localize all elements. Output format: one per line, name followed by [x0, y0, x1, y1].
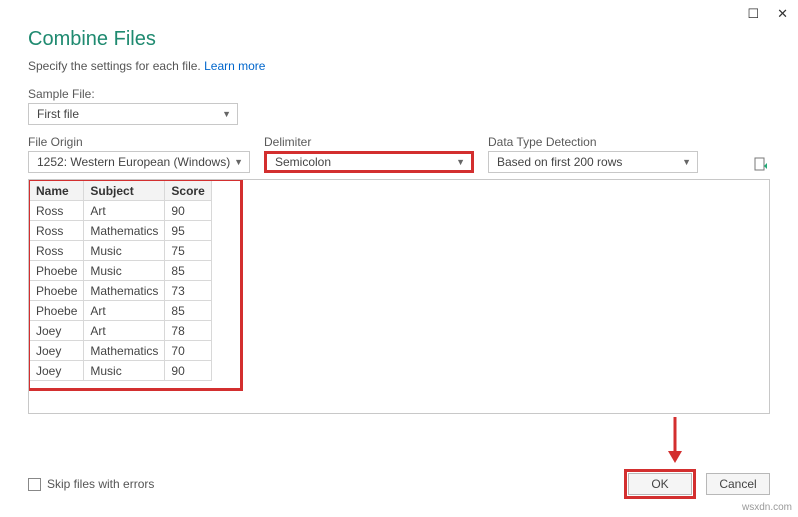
learn-more-link[interactable]: Learn more [204, 59, 265, 73]
column-header: Score [165, 181, 211, 201]
sample-file-label: Sample File: [0, 87, 798, 103]
table-cell: Mathematics [84, 341, 165, 361]
data-type-detection-value: Based on first 200 rows [497, 155, 622, 169]
table-cell: 78 [165, 321, 211, 341]
table-cell: Joey [30, 361, 84, 381]
table-cell: Joey [30, 321, 84, 341]
preview-table: NameSubjectScore RossArt90RossMathematic… [29, 180, 212, 381]
chevron-down-icon: ▼ [222, 109, 231, 119]
cancel-button[interactable]: Cancel [706, 473, 770, 495]
close-icon[interactable]: ✕ [777, 6, 788, 22]
table-cell: Phoebe [30, 301, 84, 321]
subtitle-text: Specify the settings for each file. [28, 59, 204, 73]
table-cell: 95 [165, 221, 211, 241]
data-type-detection-label: Data Type Detection [488, 135, 698, 149]
dialog-title: Combine Files [0, 22, 798, 59]
data-type-detection-dropdown[interactable]: Based on first 200 rows ▼ [488, 151, 698, 173]
sample-file-value: First file [37, 107, 79, 121]
table-cell: 85 [165, 261, 211, 281]
table-cell: Ross [30, 221, 84, 241]
maximize-icon[interactable]: ☐ [747, 6, 759, 22]
table-cell: Ross [30, 241, 84, 261]
table-cell: Music [84, 361, 165, 381]
chevron-down-icon: ▼ [234, 157, 243, 167]
table-cell: Music [84, 241, 165, 261]
delimiter-value: Semicolon [275, 155, 331, 169]
table-cell: Art [84, 321, 165, 341]
table-cell: Mathematics [84, 221, 165, 241]
table-row: JoeyMusic90 [30, 361, 212, 381]
table-cell: 85 [165, 301, 211, 321]
column-header: Subject [84, 181, 165, 201]
table-row: RossArt90 [30, 201, 212, 221]
sample-file-dropdown[interactable]: First file ▼ [28, 103, 238, 125]
annotation-arrow [660, 415, 690, 465]
chevron-down-icon: ▼ [456, 157, 465, 167]
table-cell: 75 [165, 241, 211, 261]
settings-icon[interactable] [752, 155, 770, 173]
table-row: JoeyArt78 [30, 321, 212, 341]
chevron-down-icon: ▼ [682, 157, 691, 167]
watermark: wsxdn.com [742, 502, 792, 513]
preview-table-container: NameSubjectScore RossArt90RossMathematic… [28, 179, 770, 414]
table-cell: 70 [165, 341, 211, 361]
table-cell: Art [84, 301, 165, 321]
ok-button-highlight: OK [624, 469, 696, 499]
table-cell: Phoebe [30, 261, 84, 281]
table-cell: 90 [165, 201, 211, 221]
table-cell: Mathematics [84, 281, 165, 301]
skip-errors-label: Skip files with errors [47, 477, 154, 491]
table-row: JoeyMathematics70 [30, 341, 212, 361]
file-origin-dropdown[interactable]: 1252: Western European (Windows) ▼ [28, 151, 250, 173]
table-cell: 90 [165, 361, 211, 381]
table-cell: Art [84, 201, 165, 221]
table-cell: Phoebe [30, 281, 84, 301]
table-row: RossMathematics95 [30, 221, 212, 241]
table-row: RossMusic75 [30, 241, 212, 261]
dialog-subtitle: Specify the settings for each file. Lear… [0, 59, 798, 87]
delimiter-label: Delimiter [264, 135, 474, 149]
delimiter-dropdown[interactable]: Semicolon ▼ [264, 151, 474, 173]
skip-errors-checkbox[interactable]: Skip files with errors [28, 477, 154, 491]
table-cell: Music [84, 261, 165, 281]
file-origin-label: File Origin [28, 135, 250, 149]
table-cell: Ross [30, 201, 84, 221]
table-cell: Joey [30, 341, 84, 361]
table-row: PhoebeMusic85 [30, 261, 212, 281]
ok-button[interactable]: OK [628, 473, 692, 495]
table-cell: 73 [165, 281, 211, 301]
column-header: Name [30, 181, 84, 201]
file-origin-value: 1252: Western European (Windows) [37, 155, 230, 169]
checkbox-icon [28, 478, 41, 491]
table-row: PhoebeArt85 [30, 301, 212, 321]
table-row: PhoebeMathematics73 [30, 281, 212, 301]
